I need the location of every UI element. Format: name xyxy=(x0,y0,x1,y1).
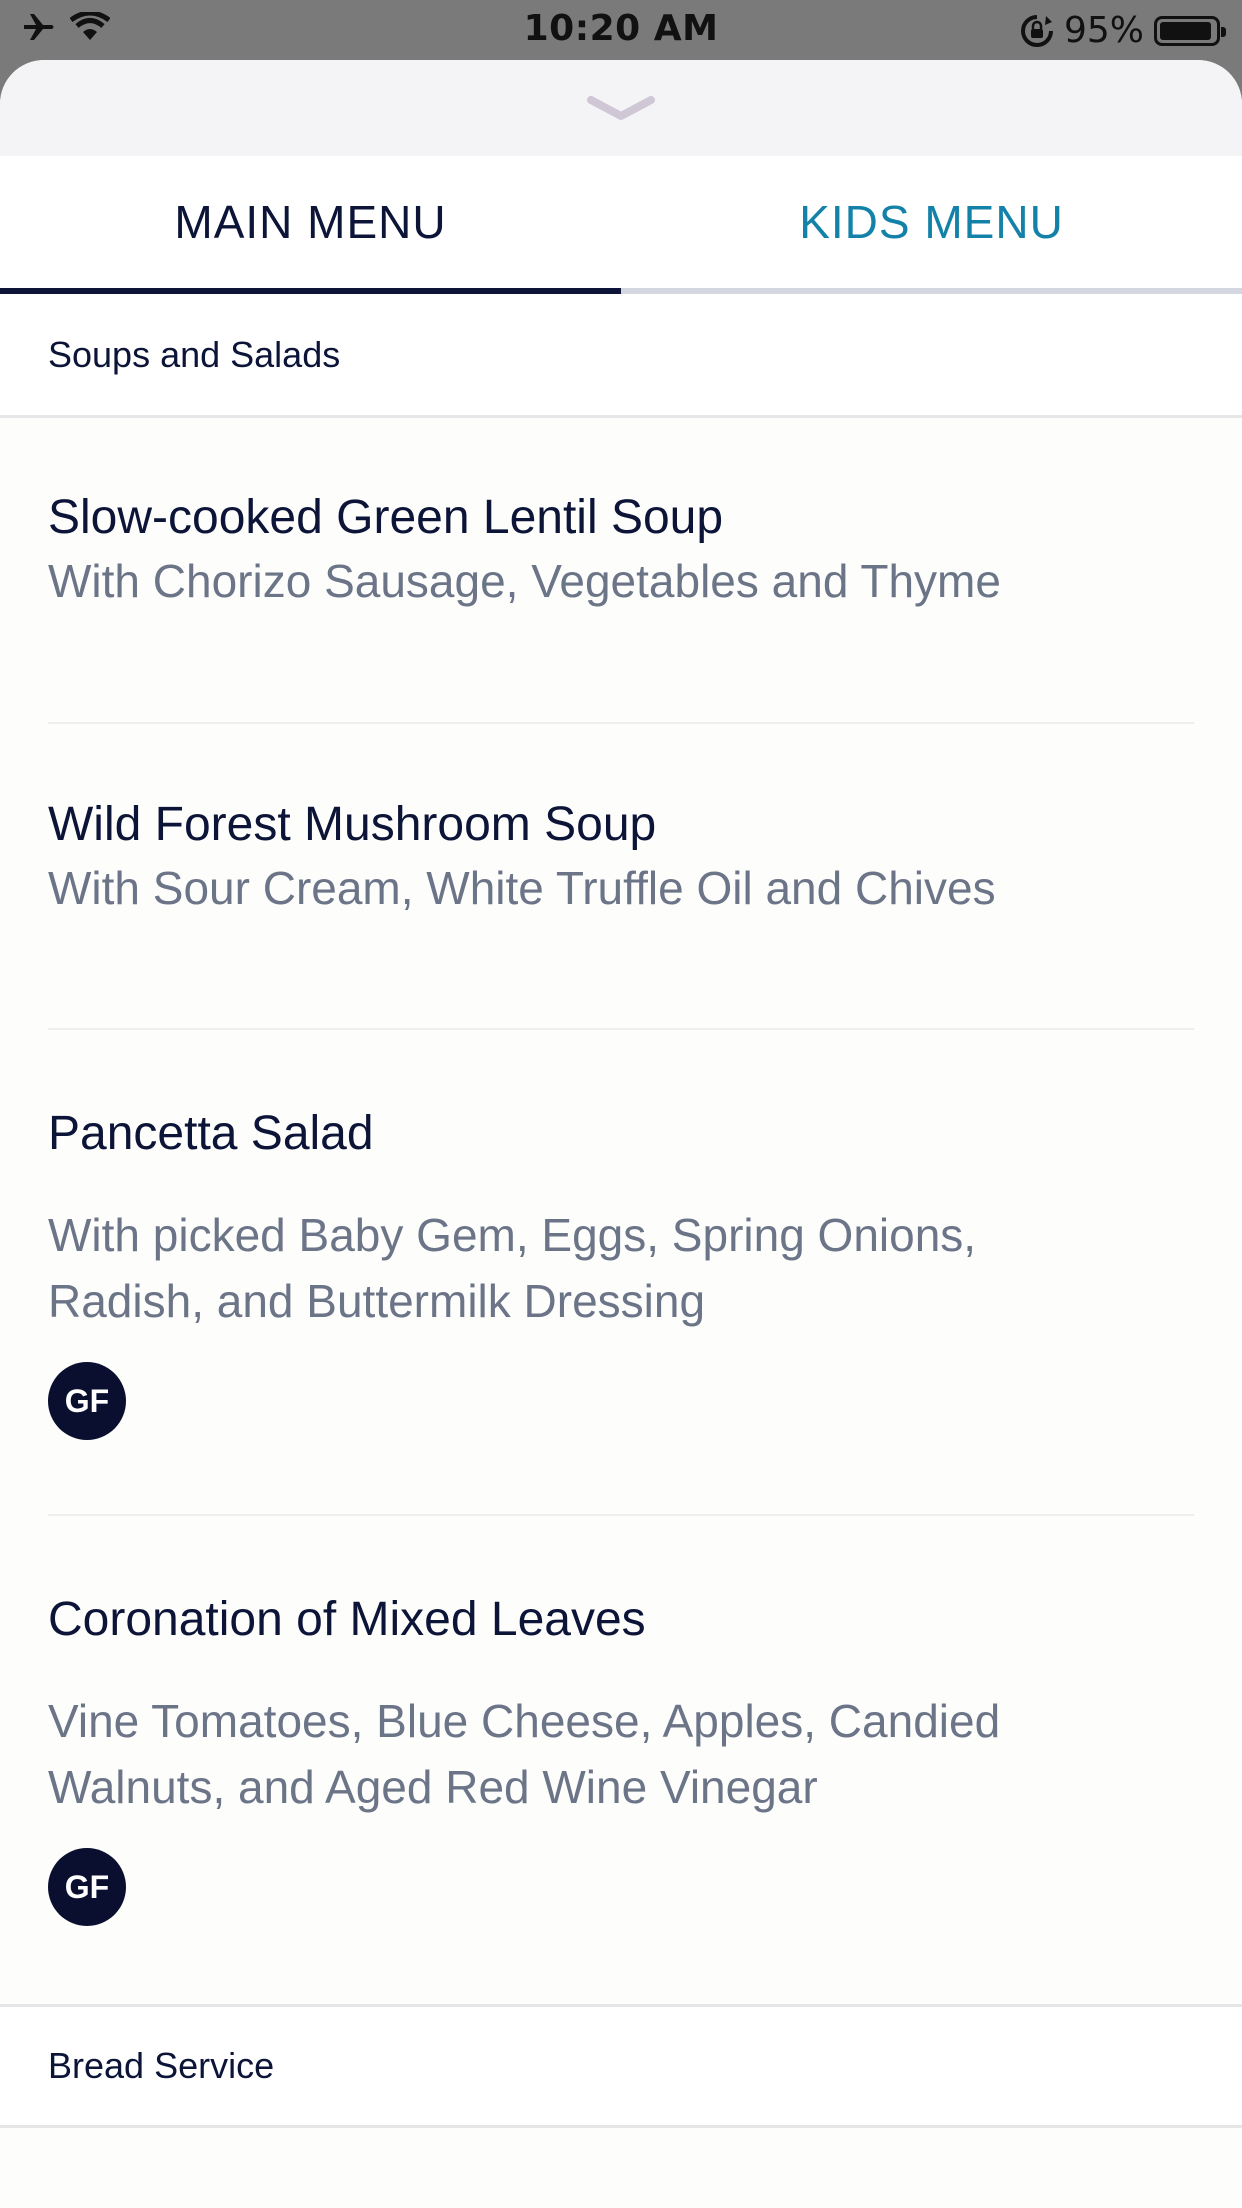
item-description: With Sour Cream, White Truffle Oil and C… xyxy=(48,862,996,914)
tab-kids-menu[interactable]: KIDS MENU xyxy=(621,156,1242,294)
item-description-line: Vine Tomatoes, Blue Cheese, Apples, Cand… xyxy=(48,1695,1001,1747)
item-name: Coronation of Mixed Leaves xyxy=(48,1593,646,1646)
item-description-line: Walnuts, and Aged Red Wine Vinegar xyxy=(48,1761,818,1813)
battery-icon xyxy=(1154,15,1226,46)
battery-level xyxy=(1160,21,1212,40)
gluten-free-badge: GF xyxy=(48,1848,126,1926)
menu-tabs: MAIN MENU KIDS MENU xyxy=(0,156,1242,294)
gluten-free-badge: GF xyxy=(48,1362,126,1440)
battery-percent: 95% xyxy=(1063,10,1144,51)
menu-item[interactable]: Wild Forest Mushroom Soup With Sour Crea… xyxy=(48,724,1194,1030)
rotation-lock-icon xyxy=(1021,14,1053,47)
section-header-bread-service[interactable]: Bread Service xyxy=(0,2004,1242,2128)
status-right-icons: 95% xyxy=(1020,10,1226,51)
item-name: Wild Forest Mushroom Soup xyxy=(48,798,657,851)
section-header-soups-and-salads[interactable]: Soups and Salads xyxy=(0,294,1242,418)
status-bar: 10:20 AM 95% xyxy=(0,0,1242,60)
chevron-down-icon[interactable] xyxy=(587,96,655,122)
tab-active-indicator xyxy=(0,288,621,294)
tab-main-menu[interactable]: MAIN MENU xyxy=(0,156,621,294)
menu-sheet: MAIN MENU KIDS MENU Soups and Salads Slo… xyxy=(0,60,1242,2208)
item-name: Pancetta Salad xyxy=(48,1107,374,1160)
sheet-header[interactable] xyxy=(0,60,1242,156)
item-description: With Chorizo Sausage, Vegetables and Thy… xyxy=(48,555,1001,607)
menu-item[interactable]: Slow-cooked Green Lentil Soup With Chori… xyxy=(48,418,1194,724)
item-description-line: Radish, and Buttermilk Dressing xyxy=(48,1275,706,1327)
item-description-line: With picked Baby Gem, Eggs, Spring Onion… xyxy=(48,1209,977,1261)
menu-item[interactable]: Coronation of Mixed Leaves Vine Tomatoes… xyxy=(48,1516,1194,2004)
item-name: Slow-cooked Green Lentil Soup xyxy=(48,491,724,544)
menu-item[interactable]: Pancetta Salad With picked Baby Gem, Egg… xyxy=(48,1030,1194,1516)
